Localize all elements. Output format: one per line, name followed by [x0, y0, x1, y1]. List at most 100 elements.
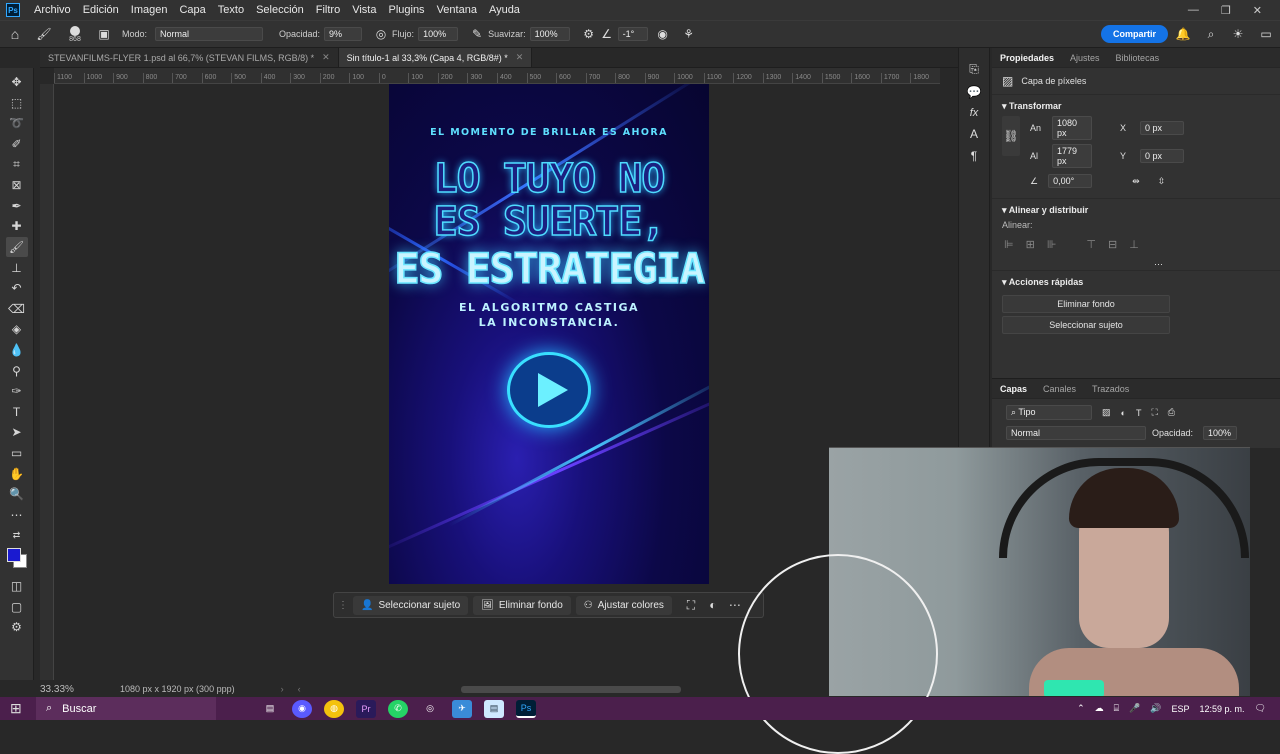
mask-icon[interactable]: ◐: [702, 598, 724, 612]
menu-edicion[interactable]: Edición: [77, 4, 125, 16]
minimize-icon[interactable]: —: [1188, 4, 1199, 17]
adjust-colors-button[interactable]: ⚇ Ajustar colores: [575, 595, 672, 615]
quick-actions-header[interactable]: ▾ Acciones rápidas: [992, 270, 1280, 292]
brush-size-picker[interactable]: 868: [58, 25, 92, 43]
align-left-icon[interactable]: ⊫: [1004, 238, 1014, 251]
menu-texto[interactable]: Texto: [212, 4, 250, 16]
eraser-tool-icon[interactable]: ⌫: [6, 299, 28, 320]
chevron-right-icon[interactable]: ›: [281, 684, 284, 694]
history-icon[interactable]: ⎘: [969, 62, 979, 77]
chrome-icon[interactable]: ◍: [324, 699, 344, 718]
menu-ayuda[interactable]: Ayuda: [483, 4, 526, 16]
more-options-icon[interactable]: ⋯: [724, 598, 746, 612]
healing-tool-icon[interactable]: ✚: [6, 216, 28, 237]
horizontal-scrollbar[interactable]: [460, 685, 681, 693]
restore-icon[interactable]: ❐: [1221, 4, 1231, 17]
bell-icon[interactable]: 🔔: [1168, 27, 1198, 41]
quick-select-tool-icon[interactable]: ✐: [6, 134, 28, 155]
filter-pixel-icon[interactable]: ▨: [1102, 407, 1111, 418]
notepad-icon[interactable]: ▤: [484, 699, 504, 718]
paragraph-icon[interactable]: ¶: [971, 149, 977, 163]
volume-icon[interactable]: 🔊: [1150, 703, 1161, 714]
rectangle-tool-icon[interactable]: ▭: [6, 443, 28, 464]
tab-trazados[interactable]: Trazados: [1084, 384, 1137, 394]
menu-vista[interactable]: Vista: [346, 4, 382, 16]
blend-mode-select[interactable]: Normal: [1006, 426, 1146, 440]
notification-icon[interactable]: 🗨: [1255, 703, 1266, 714]
brush-preset-icon[interactable]: 🖌: [30, 27, 58, 41]
premiere-icon[interactable]: Pr: [356, 699, 376, 718]
align-right-icon[interactable]: ⊪: [1047, 238, 1057, 251]
microphone-icon[interactable]: 🎤: [1129, 703, 1140, 714]
menu-archivo[interactable]: Archivo: [28, 4, 77, 16]
link-icon[interactable]: ⛓: [1002, 116, 1020, 156]
comments-icon[interactable]: 💬: [967, 85, 982, 99]
network-icon[interactable]: ⌸: [1114, 703, 1119, 714]
share-button[interactable]: Compartir: [1100, 25, 1168, 43]
y-field[interactable]: 0 px: [1140, 149, 1184, 163]
search-icon[interactable]: ⌕: [1198, 27, 1224, 42]
select-subject-button[interactable]: 👤 Seleccionar sujeto: [353, 595, 469, 615]
select-subject-quick-button[interactable]: Seleccionar sujeto: [1002, 316, 1170, 334]
sun-icon[interactable]: ☀: [1224, 27, 1252, 41]
app-icon[interactable]: ✈: [452, 699, 472, 718]
angle-field[interactable]: -1°: [617, 27, 648, 41]
airbrush-icon[interactable]: ✎: [466, 27, 488, 41]
align-top-icon[interactable]: ⊤: [1086, 238, 1096, 251]
align-middle-v-icon[interactable]: ⊟: [1108, 238, 1117, 251]
pen-tool-icon[interactable]: ✑: [6, 381, 28, 402]
tab-canales[interactable]: Canales: [1035, 384, 1084, 394]
zoom-level[interactable]: 33.33%: [34, 684, 120, 695]
close-tab-icon[interactable]: ✕: [322, 52, 330, 63]
character-icon[interactable]: A: [970, 127, 978, 141]
color-swatches[interactable]: [5, 546, 29, 570]
transform-section-header[interactable]: ▾ Transformar: [992, 95, 1280, 116]
more-tools-icon[interactable]: ⋯: [6, 504, 28, 525]
tab-capas[interactable]: Capas: [992, 384, 1035, 394]
gear-icon[interactable]: ⚙: [578, 27, 600, 41]
pressure-opacity-icon[interactable]: ◎: [370, 27, 392, 41]
height-field[interactable]: 1779 px: [1052, 144, 1092, 168]
blur-tool-icon[interactable]: 💧: [6, 340, 28, 361]
type-tool-icon[interactable]: T: [6, 402, 28, 423]
remove-background-button[interactable]: 🖼 Eliminar fondo: [473, 595, 571, 615]
marquee-tool-icon[interactable]: ⬚: [6, 93, 28, 114]
swap-colors-icon[interactable]: ⇄: [6, 525, 28, 546]
windows-start-icon[interactable]: ⊞: [10, 700, 22, 717]
width-field[interactable]: 1080 px: [1052, 116, 1092, 140]
opacity-field[interactable]: 9%: [324, 27, 363, 41]
drag-handle-icon[interactable]: ⋮: [338, 600, 348, 611]
brush-tool-icon[interactable]: 🖌: [5, 236, 28, 258]
tab-ajustes[interactable]: Ajustes: [1062, 53, 1108, 63]
filter-shape-icon[interactable]: ⛶: [1151, 407, 1157, 418]
menu-imagen[interactable]: Imagen: [125, 4, 174, 16]
mode-select[interactable]: Normal: [155, 27, 264, 41]
foreground-color-swatch[interactable]: [6, 547, 21, 562]
document-info[interactable]: 1080 px x 1920 px (300 ppp): [120, 684, 235, 694]
taskbar-search[interactable]: ⌕ Buscar: [36, 697, 216, 720]
filter-adjust-icon[interactable]: ◐: [1121, 408, 1126, 418]
remove-background-quick-button[interactable]: Eliminar fondo: [1002, 295, 1170, 313]
flip-vertical-icon[interactable]: ⇳: [1158, 176, 1166, 187]
menu-ventana[interactable]: Ventana: [431, 4, 483, 16]
photoshop-taskbar-icon[interactable]: Ps: [516, 699, 536, 718]
rotate-angle-field[interactable]: 0,00°: [1048, 174, 1093, 188]
task-view-icon[interactable]: ▤: [260, 700, 280, 718]
history-brush-tool-icon[interactable]: ↶: [6, 278, 28, 299]
zoom-tool-icon[interactable]: 🔍: [6, 484, 28, 505]
stamp-tool-icon[interactable]: ⊥: [6, 257, 28, 278]
pressure-size-icon[interactable]: ◉: [648, 27, 678, 41]
cloud-icon[interactable]: ☁: [1095, 703, 1104, 714]
filter-type-icon[interactable]: T: [1136, 408, 1142, 418]
scroll-left-icon[interactable]: ‹: [298, 684, 301, 694]
fx-icon[interactable]: fx: [970, 107, 979, 119]
tab-sin-titulo[interactable]: Sin título-1 al 33,3% (Capa 4, RGB/8#) *…: [338, 48, 533, 67]
screen-mode-icon[interactable]: ▢: [6, 596, 28, 617]
tab-propiedades[interactable]: Propiedades: [992, 53, 1062, 63]
eyedropper-tool-icon[interactable]: ✒: [6, 196, 28, 217]
flow-field[interactable]: 100%: [418, 27, 459, 41]
hand-tool-icon[interactable]: ✋: [6, 463, 28, 484]
menu-seleccion[interactable]: Selección: [250, 4, 310, 16]
dodge-tool-icon[interactable]: ⚲: [6, 360, 28, 381]
language-indicator[interactable]: ESP: [1172, 704, 1190, 714]
